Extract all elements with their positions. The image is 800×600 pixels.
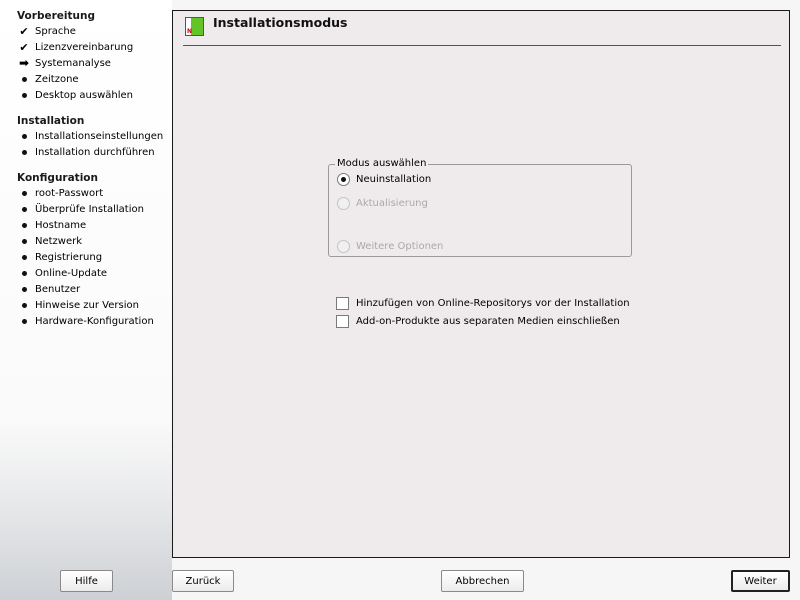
- section-heading-installation: Installation: [17, 115, 85, 127]
- bullet-icon: [17, 314, 31, 329]
- checkmark-icon: ✔: [19, 41, 29, 54]
- step-label: Online-Update: [35, 268, 108, 279]
- step-label: Hinweise zur Version: [35, 300, 139, 311]
- step-label: Überprüfe Installation: [35, 204, 144, 215]
- bullet-icon: [17, 234, 31, 249]
- step-label: Lizenzvereinbarung: [35, 42, 134, 53]
- bullet-icon: [17, 298, 31, 313]
- radio-label: Aktualisierung: [356, 198, 428, 209]
- step-label: Systemanalyse: [35, 58, 111, 69]
- bullet-icon: [17, 250, 31, 265]
- bullet-icon: [17, 186, 31, 201]
- section-heading-vorbereitung: Vorbereitung: [17, 10, 95, 22]
- checkbox[interactable]: [336, 315, 349, 328]
- bullet-icon: [17, 72, 31, 87]
- step-label: Hostname: [35, 220, 87, 231]
- main-panel: N Installationsmodus Modus auswählen Neu…: [172, 10, 790, 558]
- installation-steps-sidebar: Vorbereitung ✔ Sprache ✔ Lizenzvereinbar…: [0, 0, 172, 600]
- step-label: Desktop auswählen: [35, 90, 134, 101]
- step-label: Netzwerk: [35, 236, 83, 247]
- back-button[interactable]: Zurück: [172, 570, 234, 592]
- bullet-icon: [17, 88, 31, 103]
- bullet-icon: [17, 145, 31, 160]
- mode-group-legend: Modus auswählen: [335, 158, 429, 169]
- bullet-icon: [17, 129, 31, 144]
- arrow-right-icon: ➡: [18, 56, 30, 70]
- checkbox-label: Hinzufügen von Online-Repositorys vor de…: [356, 298, 630, 309]
- abort-button[interactable]: Abbrechen: [441, 570, 524, 592]
- step-label: Benutzer: [35, 284, 81, 295]
- step-label: root-Passwort: [35, 188, 104, 199]
- checkbox-label: Add-on-Produkte aus separaten Medien ein…: [356, 316, 620, 327]
- section-heading-konfiguration: Konfiguration: [17, 172, 98, 184]
- bullet-icon: [17, 202, 31, 217]
- radio-button-checked[interactable]: [337, 173, 350, 186]
- bullet-icon: [17, 282, 31, 297]
- step-label: Zeitzone: [35, 74, 79, 85]
- step-label: Installationseinstellungen: [35, 131, 164, 142]
- help-button[interactable]: Hilfe: [60, 570, 113, 592]
- next-button[interactable]: Weiter: [731, 570, 790, 592]
- radio-label: Weitere Optionen: [356, 241, 444, 252]
- installation-mode-icon: N: [185, 17, 204, 36]
- step-label: Registrierung: [35, 252, 103, 263]
- step-label: Hardware-Konfiguration: [35, 316, 154, 327]
- mode-selection-group: Modus auswählen Neuinstallation Aktualis…: [328, 158, 632, 257]
- step-label: Installation durchführen: [35, 147, 155, 158]
- radio-button-disabled: [337, 197, 350, 210]
- bullet-icon: [17, 266, 31, 281]
- radio-label: Neuinstallation: [356, 174, 432, 185]
- radio-button-disabled: [337, 240, 350, 253]
- checkbox[interactable]: [336, 297, 349, 310]
- step-label: Sprache: [35, 26, 76, 37]
- title-divider: [183, 45, 781, 46]
- bullet-icon: [17, 218, 31, 233]
- checkmark-icon: ✔: [19, 25, 29, 38]
- page-title: Installationsmodus: [213, 15, 348, 30]
